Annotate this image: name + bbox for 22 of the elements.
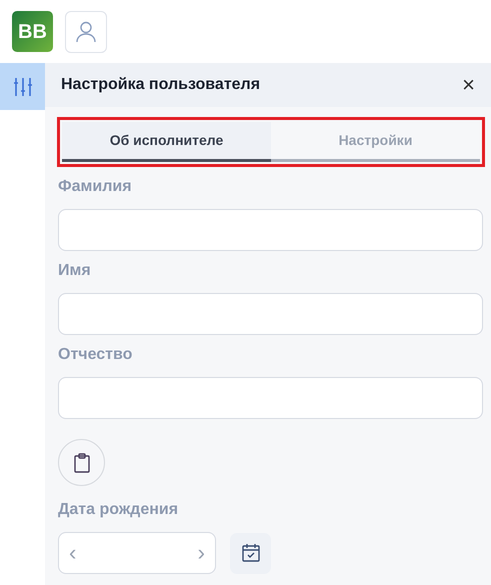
app-logo: BB bbox=[12, 11, 53, 52]
field-label: Имя bbox=[58, 261, 92, 281]
settings-sliders-button[interactable] bbox=[0, 63, 45, 110]
field-label: Дата рождения bbox=[58, 500, 180, 520]
user-avatar-button[interactable] bbox=[65, 10, 107, 52]
field-label: Отчество bbox=[58, 345, 134, 365]
input-field[interactable] bbox=[58, 209, 483, 251]
sliders-icon bbox=[12, 76, 32, 96]
close-button[interactable]: × bbox=[462, 74, 475, 96]
clipboard-icon bbox=[74, 452, 90, 472]
input-field[interactable] bbox=[58, 293, 483, 335]
panel-title: Настройка пользователя bbox=[61, 75, 260, 95]
tab[interactable]: Об исполнителе bbox=[62, 122, 271, 162]
previous-button[interactable]: ‹ bbox=[69, 542, 76, 564]
calendar-icon bbox=[240, 543, 260, 563]
calendar-button[interactable] bbox=[230, 532, 271, 574]
field-label: Фамилия bbox=[58, 177, 133, 197]
next-button[interactable]: › bbox=[198, 542, 205, 564]
date-field[interactable]: ‹ › bbox=[58, 532, 216, 574]
input-field[interactable] bbox=[58, 377, 483, 419]
user-icon bbox=[76, 20, 96, 42]
clipboard-button[interactable] bbox=[58, 439, 105, 486]
